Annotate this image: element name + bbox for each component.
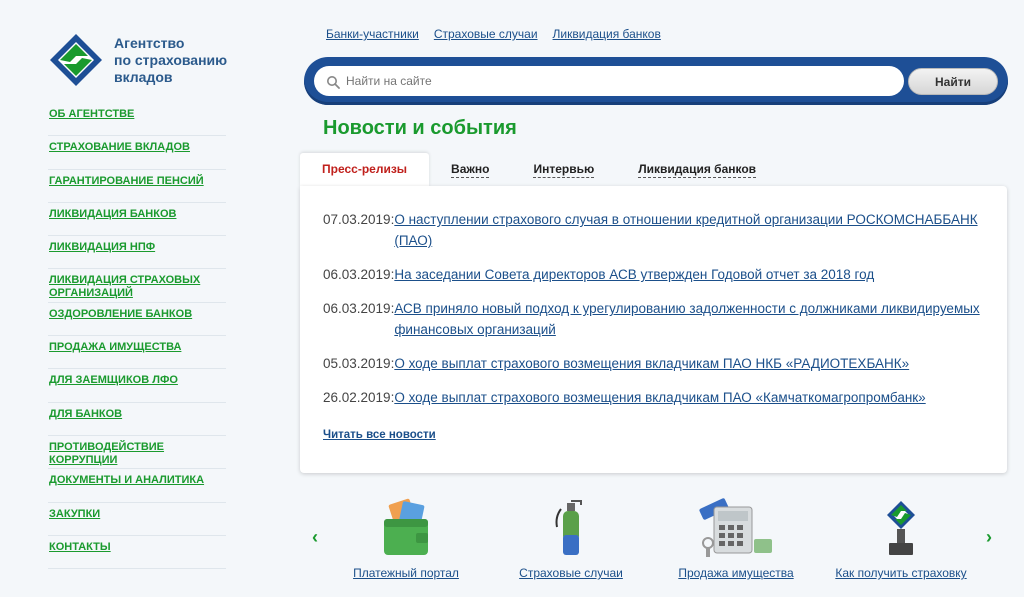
top-links: Банки-участники Страховые случаи Ликвида… [326,27,661,41]
news-item: 26.02.2019: О ходе выплат страхового воз… [323,387,993,408]
sidebar: Агентство по страхованию вкладов Об аген… [0,0,240,597]
sidebar-item-for-banks[interactable]: Для банков [48,403,226,436]
tab-label: Интервью [533,162,595,178]
sidebar-item-label: Для банков [49,407,123,420]
news-date: 26.02.2019: [323,390,395,405]
carousel-next-arrow-icon[interactable]: › [986,527,992,548]
news-list: 07.03.2019: О наступлении страхового слу… [323,209,993,421]
sidebar-item-documents[interactable]: Документы и аналитика [48,469,226,503]
toplink-bank-liquidation[interactable]: Ликвидация банков [553,27,661,41]
sidebar-item-label-line2: организаций [49,287,133,300]
news-link[interactable]: О наступлении страхового случая в отноше… [394,209,993,251]
sidebar-item-procurement[interactable]: Закупки [48,503,226,536]
search-button[interactable]: Найти [908,68,998,95]
search-bar: Найти [304,57,1008,105]
sidebar-item-lfo-borrowers[interactable]: Для заемщиков ЛФО [48,369,226,403]
sidebar-item-label: Оздоровление банков [49,307,193,320]
news-link[interactable]: На заседании Совета директоров АСВ утвер… [394,264,874,285]
news-date: 05.03.2019: [323,356,395,371]
carousel-item-property-sale[interactable]: Продажа имущества [666,495,806,580]
sidebar-item-deposit-insurance[interactable]: Страхование вкладов [48,136,226,170]
wallet-icon [384,498,428,555]
calculator-icon [699,498,772,557]
news-item: 06.03.2019: АСВ приняло новый подход к у… [323,298,993,340]
news-item: 07.03.2019: О наступлении страхового слу… [323,209,993,251]
services-carousel: ‹ › Платежный портал Страховые случаи Пр… [300,495,1007,590]
page-title: Новости и события [323,117,517,139]
read-all-news-link[interactable]: Читать все новости [323,429,436,441]
sidebar-item-about[interactable]: Об агентстве [48,103,226,137]
news-link[interactable]: АСВ приняло новый подход к урегулировани… [394,298,993,340]
sidebar-item-label: Об агентстве [49,108,135,120]
toplink-insurance-cases[interactable]: Страховые случаи [434,27,538,41]
sidebar-item-contacts[interactable]: Контакты [48,536,226,570]
carousel-item-label: Платежный портал [353,566,459,580]
news-panel: 07.03.2019: О наступлении страхового слу… [300,186,1007,473]
tab-label: Важно [451,162,490,178]
carousel-item-label: Как получить страховку [835,566,967,580]
sidebar-item-property-sale[interactable]: Продажа имущества [48,336,226,370]
page: Агентство по страхованию вкладов Об аген… [0,0,1024,597]
sidebar-item-label: Контакты [49,540,111,553]
carousel-item-insurance-cases[interactable]: Страховые случаи [501,495,641,580]
news-item: 06.03.2019: На заседании Совета директор… [323,264,993,285]
sidebar-item-npf-liquidation[interactable]: Ликвидация НПФ [48,236,226,270]
news-tabs: Пресс-релизы Важно Интервью Ликвидация б… [300,153,778,187]
carousel-item-how-to-get-insurance[interactable]: Как получить страховку [831,495,971,580]
sidebar-item-bank-recovery[interactable]: Оздоровление банков [48,303,226,337]
sidebar-item-label: Ликвидация страховых [49,274,201,287]
search-icon [327,76,340,89]
carousel-item-label: Продажа имущества [678,566,794,580]
tab-bank-liquidation[interactable]: Ликвидация банков [616,153,778,187]
sidebar-item-label: Продажа имущества [49,341,182,354]
carousel-prev-arrow-icon[interactable]: ‹ [312,527,318,548]
news-link[interactable]: О ходе выплат страхового возмещения вкла… [394,353,909,374]
sidebar-item-label: Документы и аналитика [49,474,205,487]
logo-text: Агентство по страхованию вкладов [114,35,254,86]
tab-label: Пресс-релизы [322,162,408,176]
carousel-item-label: Страховые случаи [519,566,623,580]
asv-logo-icon [50,34,102,86]
tab-interview[interactable]: Интервью [511,153,616,187]
search-input[interactable] [314,66,904,96]
fire-extinguisher-icon [555,500,582,555]
news-date: 06.03.2019: [323,267,395,282]
sidebar-item-label: Гарантирование пенсий [49,174,204,187]
sidebar-item-label-line2: коррупции [49,453,118,466]
tab-label: Ликвидация банков [638,162,757,178]
sidebar-item-label: Ликвидация банков [49,207,177,220]
sidebar-item-label: Страхование вкладов [49,141,190,154]
logo-text-line2: по страхованию [114,51,228,68]
news-item: 05.03.2019: О ходе выплат страхового воз… [323,353,993,374]
news-date: 06.03.2019: [323,301,395,316]
sidebar-item-label: Для заемщиков ЛФО [49,374,178,387]
sidebar-item-label: Противодействие [49,440,165,453]
logo-text-line1: Агентство [114,34,185,51]
sidebar-item-insurance-liquidation[interactable]: Ликвидация страховых организаций [48,269,226,303]
tab-press-releases[interactable]: Пресс-релизы [300,153,430,187]
sidebar-item-pension-guarantee[interactable]: Гарантирование пенсий [48,170,226,203]
sidebar-item-label: Ликвидация НПФ [49,241,156,254]
carousel-item-payment-portal[interactable]: Платежный портал [336,495,476,580]
news-link[interactable]: О ходе выплат страхового возмещения вкла… [394,387,925,408]
sidebar-item-bank-liquidation[interactable]: Ликвидация банков [48,203,226,237]
sidebar-nav: Об агентстве Страхование вкладов Гаранти… [48,103,226,570]
logo-text-line3: вкладов [114,68,173,85]
asv-award-icon [887,501,915,555]
tab-important[interactable]: Важно [429,153,511,187]
sidebar-item-label: Закупки [49,507,101,520]
logo[interactable]: Агентство по страхованию вкладов [48,32,254,88]
news-date: 07.03.2019: [323,212,395,227]
toplink-member-banks[interactable]: Банки-участники [326,27,419,41]
sidebar-item-anti-corruption[interactable]: Противодействие коррупции [48,436,226,470]
